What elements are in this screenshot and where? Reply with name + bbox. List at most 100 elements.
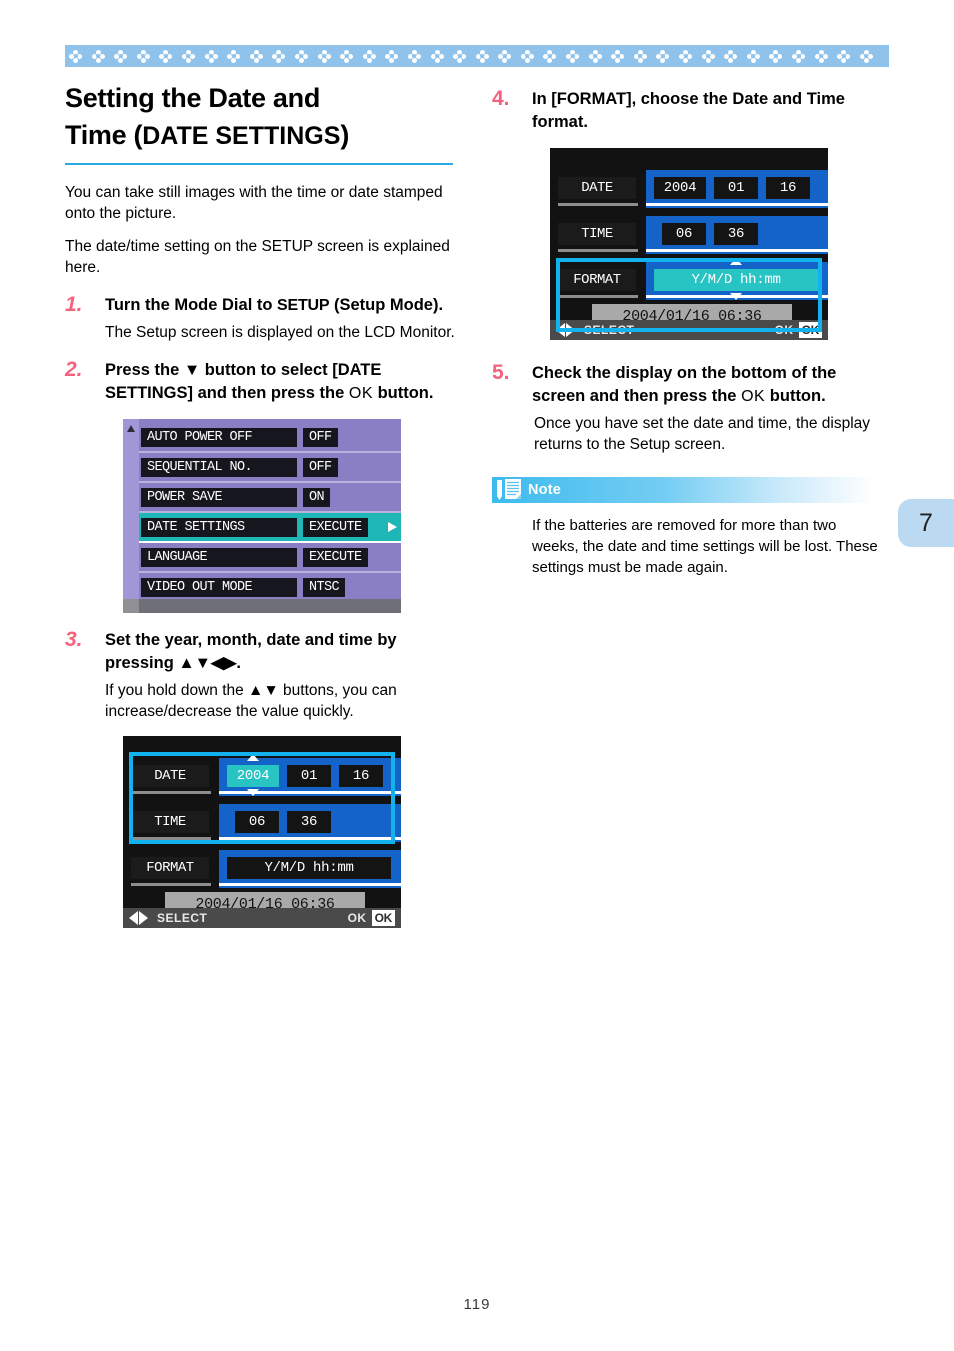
lcd-time-label: TIME (558, 223, 636, 245)
flower-motif-icon (430, 49, 444, 63)
lcd-date-day: 16 (766, 177, 810, 199)
flower-motif-icon (859, 49, 873, 63)
flower-motif-icon (633, 49, 647, 63)
flower-motif-icon (159, 49, 173, 63)
step-2-text-c: button. (373, 384, 434, 402)
flower-motif-icon (724, 49, 738, 63)
flower-motif-icon (136, 49, 150, 63)
chapter-tab-number: 7 (919, 508, 933, 537)
step-5-number: 5. (492, 361, 510, 384)
arrow-left-icon (129, 911, 138, 925)
flower-motif-icon (611, 49, 625, 63)
step-3: 3. Set the year, month, date and time by… (65, 629, 457, 675)
lcd-setup-row-label: VIDEO OUT MODE (141, 577, 297, 597)
page-title-line2-prefix: Time ( (65, 120, 143, 150)
lcd-setup-footer-bar (123, 599, 401, 613)
flower-motif-icon (498, 49, 512, 63)
step-3-subtext: If you hold down the ▲▼ buttons, you can… (105, 682, 397, 720)
step-1: 1. Turn the Mode Dial to SETUP (Setup Mo… (65, 294, 457, 317)
lcd-row-underline-left (558, 249, 638, 252)
flower-motif-icon (543, 49, 557, 63)
flower-motif-icon (520, 49, 534, 63)
lcd-setup-row: DATE SETTINGS EXECUTE (139, 513, 401, 543)
lcd-setup-row-value: NTSC (303, 577, 346, 597)
chapter-tab: 7 (898, 499, 954, 547)
lcd-scroll-column (123, 419, 139, 613)
flower-motif-icon (249, 49, 263, 63)
flower-motif-icon (340, 49, 354, 63)
title-underline (65, 163, 453, 165)
step-3-text: Set the year, month, date and time by pr… (105, 631, 397, 672)
flower-motif-icon (475, 49, 489, 63)
flower-motif-icon (407, 49, 421, 63)
lcd-row-underline-left (131, 883, 211, 886)
step-1-text: Turn the Mode Dial to SETUP (Setup Mode)… (105, 294, 457, 317)
selection-highlight-box (129, 752, 395, 844)
lcd-setup-row: AUTO POWER OFF OFF (139, 423, 401, 453)
intro-paragraph-1: You can take still images with the time … (65, 184, 443, 222)
flower-motif-icon (656, 49, 670, 63)
flower-motif-icon (91, 49, 105, 63)
note-label: Note (528, 482, 562, 498)
right-column: 4. In [FORMAT], choose the Date and Time… (492, 88, 892, 578)
lcd-screenshot-date-settings-step4: DATE 2004 01 16 TIME 06 36 FORMAT Y/M/D … (550, 148, 828, 340)
page-title-line2-caps: DATE SETTINGS (142, 122, 341, 150)
lcd-date-month: 01 (714, 177, 758, 199)
step-2-number: 2. (65, 358, 83, 381)
page-title: Setting the Date and Time (DATE SETTINGS… (65, 80, 457, 155)
flower-motif-icon (746, 49, 760, 63)
lcd-row-underline-right (219, 883, 401, 886)
lcd-setup-row-label: SEQUENTIAL NO. (141, 457, 297, 477)
lcd-setup-row: SEQUENTIAL NO. OFF (139, 453, 401, 483)
step-1-text-c: (Setup Mode). (329, 296, 444, 314)
step-5-text-c: button. (765, 387, 826, 405)
lcd-bar-ok-badge: OK (371, 910, 395, 926)
flower-motif-icon (769, 49, 783, 63)
step-1-text-a: Turn the Mode Dial to (105, 296, 278, 314)
lcd-date-label: DATE (558, 177, 636, 199)
step-2-text-a: Press the ▼ button to select [DATE SETTI… (105, 361, 382, 402)
note-pencil-document-icon (496, 478, 526, 502)
step-4: 4. In [FORMAT], choose the Date and Time… (492, 88, 892, 134)
lcd-screenshot-setup-menu: AUTO POWER OFF OFF SEQUENTIAL NO. OFF POWER … (123, 419, 401, 613)
lcd-format-label: FORMAT (131, 857, 209, 879)
decorative-header-band (65, 45, 889, 67)
flower-motif-icon (837, 49, 851, 63)
flower-motif-icon (453, 49, 467, 63)
note-box: Note If the batteries are removed for mo… (492, 477, 892, 578)
flower-motif-icon (792, 49, 805, 63)
lcd-row-underline-right (646, 249, 828, 252)
header-band-motifs (65, 45, 889, 67)
page-title-line2-suffix: ) (340, 120, 350, 150)
flower-motif-icon (114, 49, 128, 63)
chevron-right-icon (388, 522, 397, 532)
selection-highlight-box (556, 258, 822, 332)
lcd-setup-row-value: EXECUTE (303, 547, 368, 567)
lcd-setup-row-value: EXECUTE (303, 517, 368, 537)
intro-paragraph-2: The date/time setting on the SETUP scree… (65, 238, 450, 276)
step-2-text: Press the ▼ button to select [DATE SETTI… (105, 359, 457, 405)
lcd-setup-row-label: AUTO POWER OFF (141, 427, 297, 447)
flower-motif-icon (814, 49, 828, 63)
ok-button-glyph-step5: OK (741, 388, 766, 405)
lcd-row-underline-left (558, 203, 638, 206)
lcd-format-row: FORMAT Y/M/D hh:mm (123, 850, 401, 888)
step-3-number: 3. (65, 628, 83, 651)
scroll-up-arrow-icon (127, 425, 135, 432)
left-column: Setting the Date and Time (DATE SETTINGS… (65, 80, 457, 928)
flower-motif-icon (69, 49, 82, 63)
lcd-time-row: TIME 06 36 (550, 216, 828, 254)
step-1-number: 1. (65, 293, 83, 316)
lcd-time-hour: 06 (662, 223, 706, 245)
lcd-setup-rows: AUTO POWER OFF OFF SEQUENTIAL NO. OFF POWER … (139, 423, 401, 603)
page-folio: 119 (463, 1296, 491, 1313)
lcd-date-row: DATE 2004 01 16 (550, 170, 828, 208)
lcd-setup-row: LANGUAGE EXECUTE (139, 543, 401, 573)
flower-motif-icon (204, 49, 218, 63)
lcd-screenshot-date-settings-step3: DATE 2004 01 16 TIME 06 36 FORMAT Y/M/D … (123, 736, 401, 928)
step-5-subtext: Once you have set the date and time, the… (534, 415, 871, 453)
note-header: Note (492, 477, 874, 503)
lcd-setup-row-value: OFF (303, 457, 338, 477)
step-1-setup-glyph: SETUP (277, 297, 330, 314)
flower-motif-icon (566, 49, 580, 63)
